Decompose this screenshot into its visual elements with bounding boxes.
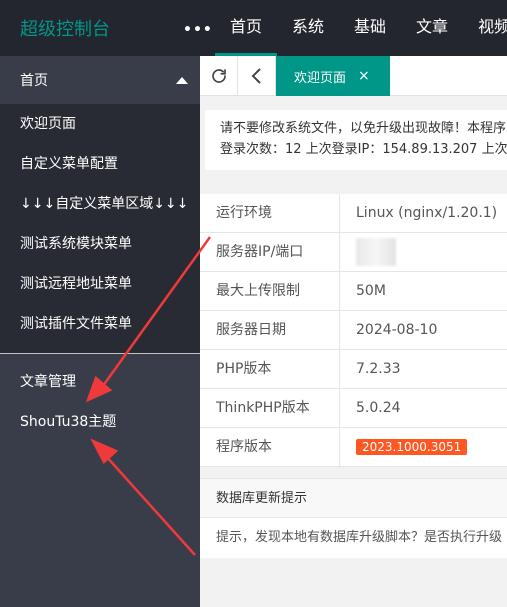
info-key: ThinkPHP版本: [200, 388, 340, 428]
info-value: 2024-08-10: [356, 322, 438, 338]
sidebar-item-test-plugin-file[interactable]: 测试插件文件菜单: [0, 304, 200, 344]
tab-welcome[interactable]: 欢迎页面 ×: [276, 56, 390, 96]
table-row: PHP版本 7.2.33: [200, 349, 507, 389]
sidebar-item-welcome[interactable]: 欢迎页面: [0, 104, 200, 144]
top-nav: 首页 系统 基础 文章 视频: [215, 0, 507, 56]
notice-line-1: 请不要修改系统文件，以免升级出现故障！本程序: [220, 121, 507, 136]
top-nav-system[interactable]: 系统: [277, 0, 339, 56]
table-row: 运行环境 Linux (nginx/1.20.1): [200, 193, 507, 233]
db-update-panel-body: 提示，发现本地有数据库升级脚本？是否执行升级: [200, 518, 507, 558]
info-key: 服务器IP/端口: [200, 232, 340, 272]
info-key: 程序版本: [200, 427, 340, 467]
version-badge: 2023.1000.3051: [356, 439, 468, 455]
table-row: ThinkPHP版本 5.0.24: [200, 388, 507, 428]
sidebar-divider: [0, 353, 200, 354]
table-row: 程序版本 2023.1000.3051: [200, 427, 507, 467]
tab-bar: 欢迎页面 ×: [200, 56, 507, 96]
table-row: 服务器IP/端口: [200, 232, 507, 272]
table-row: 最大上传限制 50M: [200, 271, 507, 311]
sidebar-main-menu: 文章管理 ShouTu38主题: [0, 362, 200, 442]
table-row: 服务器日期 2024-08-10: [200, 310, 507, 350]
sidebar-item-custom-menu-config[interactable]: 自定义菜单配置: [0, 144, 200, 184]
info-value: [340, 238, 396, 266]
more-menu-icon[interactable]: •••: [183, 22, 213, 38]
top-nav-video[interactable]: 视频: [463, 0, 507, 56]
sidebar-group-home[interactable]: 首页: [0, 56, 200, 104]
sidebar-group-label: 首页: [20, 73, 48, 89]
top-nav-article[interactable]: 文章: [401, 0, 463, 56]
sidebar-submenu: 欢迎页面 自定义菜单配置 ↓↓↓自定义菜单区域↓↓↓ 测试系统模块菜单 测试远程…: [0, 104, 200, 353]
sidebar: 首页 欢迎页面 自定义菜单配置 ↓↓↓自定义菜单区域↓↓↓ 测试系统模块菜单 测…: [0, 56, 200, 607]
refresh-button[interactable]: [200, 56, 238, 96]
db-update-panel-title: 数据库更新提示: [200, 478, 507, 518]
top-nav-home[interactable]: 首页: [215, 0, 278, 56]
info-value: 50M: [356, 283, 386, 299]
top-bar: 超级控制台 ••• 首页 系统 基础 文章 视频: [0, 0, 507, 56]
info-key: 最大上传限制: [200, 271, 340, 311]
close-icon[interactable]: ×: [358, 68, 370, 84]
redacted-ip: [356, 238, 396, 266]
sidebar-item-test-remote-url[interactable]: 测试远程地址菜单: [0, 264, 200, 304]
info-value: 5.0.24: [356, 400, 401, 416]
caret-up-icon: [176, 76, 188, 84]
system-notice: 请不要修改系统文件，以免升级出现故障！本程序 登录次数：12 上次登录IP：15…: [205, 110, 507, 170]
info-key: PHP版本: [200, 349, 340, 389]
main-content: 请不要修改系统文件，以免升级出现故障！本程序 登录次数：12 上次登录IP：15…: [200, 96, 507, 607]
info-value: 7.2.33: [356, 361, 401, 377]
server-info-table: 运行环境 Linux (nginx/1.20.1) 服务器IP/端口 最大上传限…: [200, 193, 507, 467]
notice-line-2: 登录次数：12 上次登录IP：154.89.13.207 上次登: [220, 142, 507, 157]
refresh-icon: [211, 69, 226, 83]
info-value: Linux (nginx/1.20.1): [356, 205, 498, 221]
info-key: 服务器日期: [200, 310, 340, 350]
tab-back-button[interactable]: [238, 56, 276, 96]
info-key: 运行环境: [200, 193, 340, 233]
sidebar-item-custom-menu-area[interactable]: ↓↓↓自定义菜单区域↓↓↓: [0, 184, 200, 224]
info-value: 2023.1000.3051: [340, 439, 468, 455]
sidebar-item-article-management[interactable]: 文章管理: [0, 362, 200, 402]
app-logo[interactable]: 超级控制台: [0, 0, 200, 56]
sidebar-item-shoutu-theme[interactable]: ShouTu38主题: [0, 402, 200, 442]
tab-label: 欢迎页面: [294, 70, 347, 86]
sidebar-item-test-system-module[interactable]: 测试系统模块菜单: [0, 224, 200, 264]
top-nav-basic[interactable]: 基础: [339, 0, 401, 56]
back-icon: [251, 68, 261, 84]
